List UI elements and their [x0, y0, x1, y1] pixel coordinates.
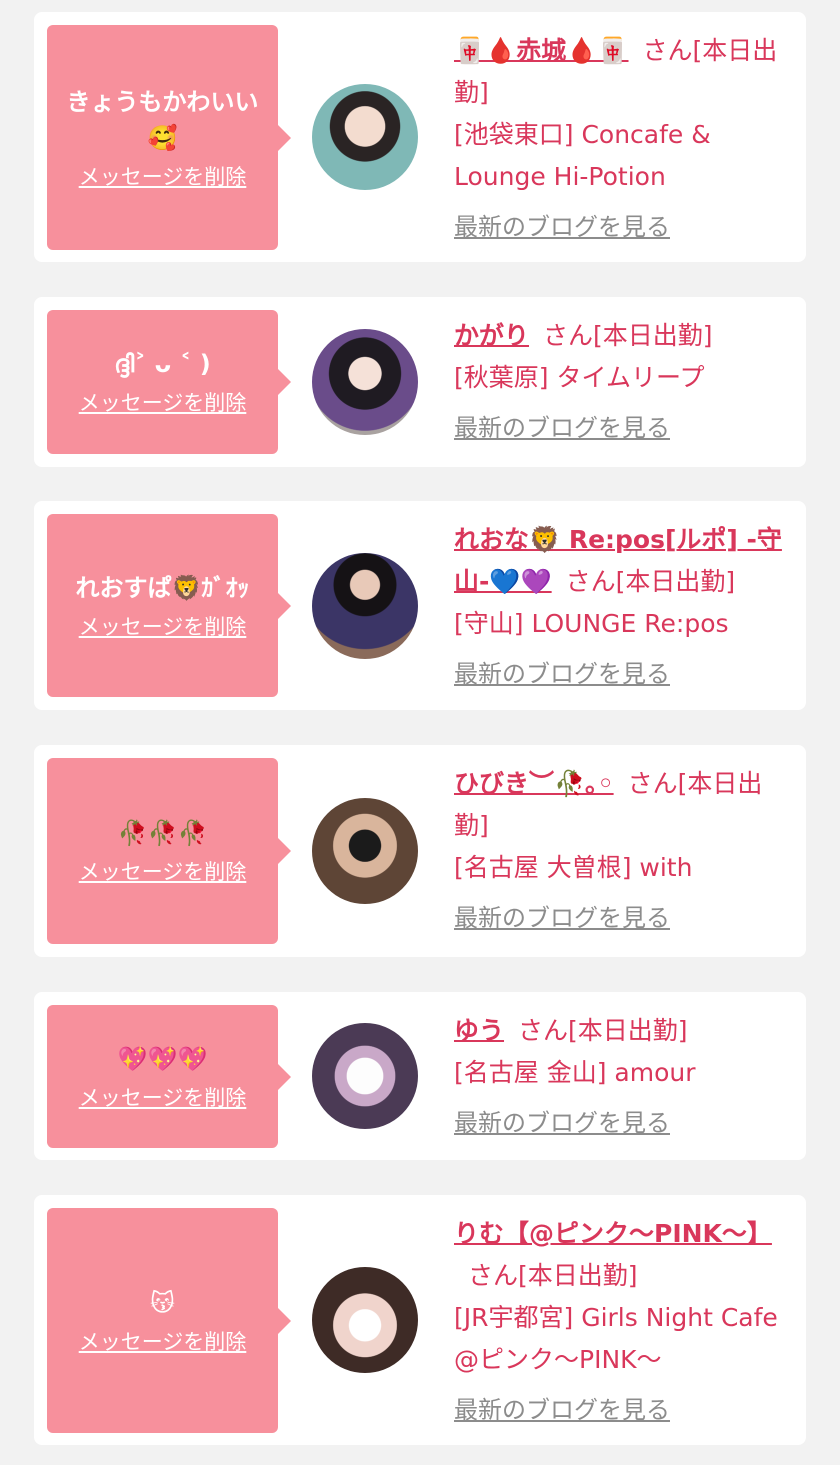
cast-avatar[interactable] [312, 798, 418, 904]
message-bubble: 🥀🥀🥀 メッセージを削除 [47, 758, 291, 944]
cast-name-link[interactable]: 🀄🩸赤城🩸🀄 [454, 36, 629, 65]
latest-blog-link[interactable]: 最新のブログを見る [454, 413, 670, 443]
cast-info: れおな🦁 Re:pos[ルポ] -守山-💙💜 さん[本日出勤] [守山] LOUN… [454, 519, 790, 689]
latest-blog-link[interactable]: 最新のブログを見る [454, 1108, 670, 1138]
work-status: さん[本日出勤] [565, 567, 736, 596]
cast-card: れおすぱ🦁ｶﾞｵｯ メッセージを削除 れおな🦁 Re:pos[ルポ] -守山-💙… [34, 501, 806, 710]
cast-name-line: りむ【@ピンク～PINK～】さん[本日出勤] [454, 1213, 790, 1297]
delete-message-link[interactable]: メッセージを削除 [79, 388, 247, 418]
message-bubble: 😽 メッセージを削除 [47, 1208, 291, 1433]
cast-info: りむ【@ピンク～PINK～】さん[本日出勤] [JR宇都宮] Girls Nig… [454, 1213, 790, 1425]
cast-avatar[interactable] [312, 1267, 418, 1373]
cast-name-link[interactable]: かがり [454, 321, 529, 350]
delete-message-link[interactable]: メッセージを削除 [79, 1327, 247, 1357]
cast-name-line: れおな🦁 Re:pos[ルポ] -守山-💙💜 さん[本日出勤] [454, 519, 790, 603]
cast-avatar[interactable] [312, 84, 418, 190]
cast-card: きょうもかわいい🥰 メッセージを削除 🀄🩸赤城🩸🀄 さん[本日出勤] [池袋東口]… [34, 12, 806, 262]
message-bubble: れおすぱ🦁ｶﾞｵｯ メッセージを削除 [47, 514, 291, 697]
cast-name-line: 🀄🩸赤城🩸🀄 さん[本日出勤] [454, 30, 790, 114]
latest-blog-link[interactable]: 最新のブログを見る [454, 1395, 670, 1425]
message-text: きょうもかわいい🥰 [66, 87, 259, 152]
message-text: 🥀🥀🥀 [117, 819, 208, 847]
cast-card: ദ്ദി˃ ᴗ ˂ ) メッセージを削除 かがり さん[本日出勤] [秋葉原] タ… [34, 297, 806, 467]
cast-info: かがり さん[本日出勤] [秋葉原] タイムリープ 最新のブログを見る [454, 315, 790, 443]
message-bubble: 💖💖💖 メッセージを削除 [47, 1005, 291, 1148]
shop-name: [池袋東口] Concafe & Lounge Hi-Potion [454, 120, 711, 191]
cast-avatar[interactable] [312, 1023, 418, 1129]
work-status: さん[本日出勤] [518, 1016, 688, 1045]
delete-message-link[interactable]: メッセージを削除 [79, 612, 247, 642]
message-text: れおすぱ🦁ｶﾞｵｯ [75, 573, 250, 602]
shop-name: [JR宇都宮] Girls Night Cafe @ピンク～PINK～ [454, 1303, 778, 1374]
cast-name-line: かがり さん[本日出勤] [454, 315, 790, 357]
cast-card: 🥀🥀🥀 メッセージを削除 ひびき︶🥀｡◦ さん[本日出勤] [名古屋 大曽根] w… [34, 745, 806, 957]
cast-name-line: ひびき︶🥀｡◦ さん[本日出勤] [454, 763, 790, 847]
delete-message-link[interactable]: メッセージを削除 [79, 162, 247, 192]
work-status: さん[本日出勤] [543, 321, 713, 350]
cast-name-link[interactable]: ひびき︶🥀｡◦ [454, 769, 614, 798]
cast-avatar[interactable] [312, 329, 418, 435]
cast-card: 💖💖💖 メッセージを削除 ゆう さん[本日出勤] [名古屋 金山] amour 最… [34, 992, 806, 1160]
message-text: 💖💖💖 [117, 1044, 208, 1073]
latest-blog-link[interactable]: 最新のブログを見る [454, 212, 670, 242]
cast-info: ひびき︶🥀｡◦ さん[本日出勤] [名古屋 大曽根] with 最新のブログを見る [454, 763, 790, 933]
cast-name-link[interactable]: りむ【@ピンク～PINK～】 [454, 1219, 772, 1248]
shop-name: [守山] LOUNGE Re:pos [454, 609, 729, 638]
message-text: ദ്ദി˃ ᴗ ˂ ) [114, 350, 211, 378]
work-status: さん[本日出勤] [468, 1261, 638, 1290]
latest-blog-link[interactable]: 最新のブログを見る [454, 659, 670, 689]
fan-message-list: きょうもかわいい🥰 メッセージを削除 🀄🩸赤城🩸🀄 さん[本日出勤] [池袋東口]… [0, 0, 840, 1465]
message-bubble: ദ്ദി˃ ᴗ ˂ ) メッセージを削除 [47, 310, 291, 454]
cast-name-line: ゆう さん[本日出勤] [454, 1010, 790, 1052]
shop-name: [名古屋 金山] amour [454, 1058, 696, 1087]
message-bubble: きょうもかわいい🥰 メッセージを削除 [47, 25, 291, 250]
message-text: 😽 [149, 1288, 176, 1317]
cast-info: ゆう さん[本日出勤] [名古屋 金山] amour 最新のブログを見る [454, 1010, 790, 1138]
delete-message-link[interactable]: メッセージを削除 [79, 1083, 247, 1113]
latest-blog-link[interactable]: 最新のブログを見る [454, 903, 670, 933]
cast-card: 😽 メッセージを削除 りむ【@ピンク～PINK～】さん[本日出勤] [JR宇都宮… [34, 1195, 806, 1445]
cast-info: 🀄🩸赤城🩸🀄 さん[本日出勤] [池袋東口] Concafe & Lounge H… [454, 30, 790, 242]
cast-name-link[interactable]: ゆう [454, 1016, 504, 1045]
delete-message-link[interactable]: メッセージを削除 [79, 857, 247, 887]
cast-avatar[interactable] [312, 553, 418, 659]
shop-name: [秋葉原] タイムリープ [454, 363, 705, 392]
shop-name: [名古屋 大曽根] with [454, 853, 693, 882]
